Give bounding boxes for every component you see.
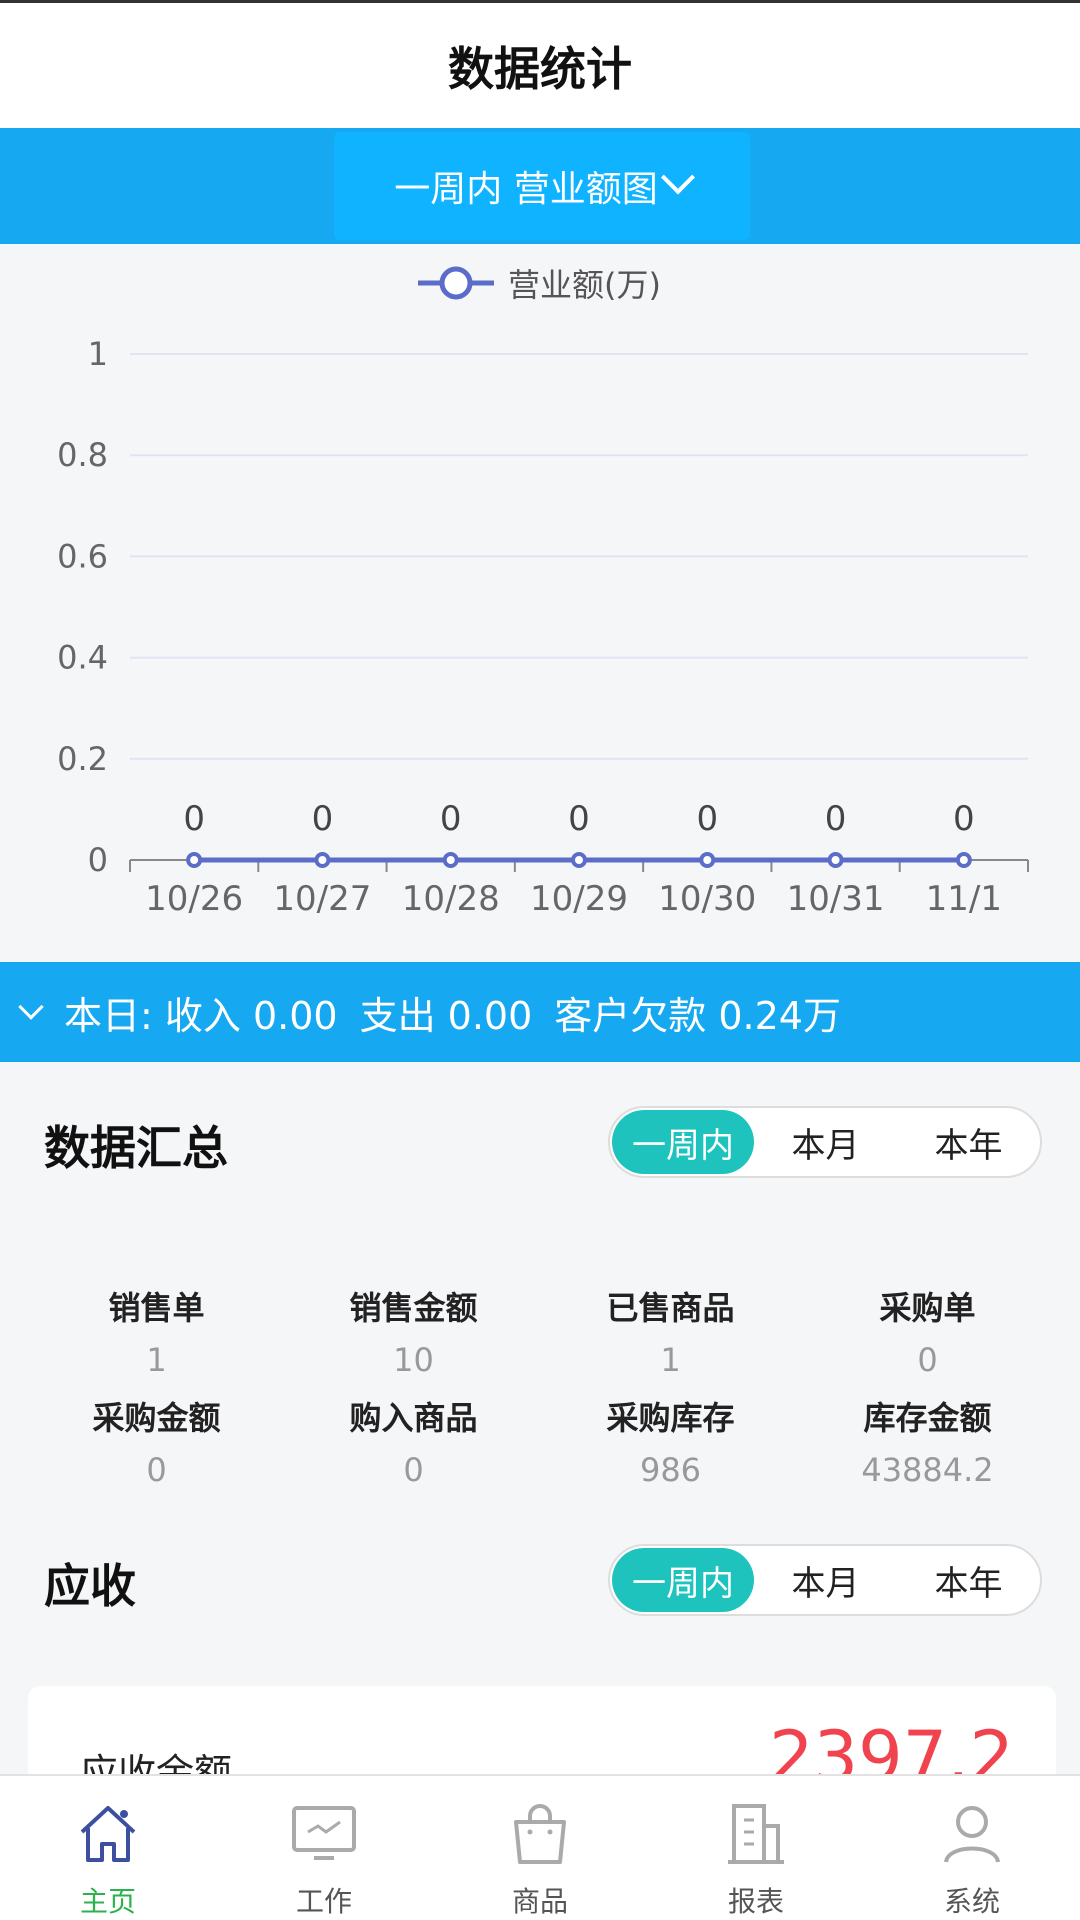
user-icon: [944, 1806, 1000, 1863]
x-tick-label: 10/26: [145, 879, 243, 919]
stat-sold-goods[interactable]: 已售商品 1: [542, 1282, 799, 1392]
summary-period-segment: 一周内 本月 本年: [608, 1106, 1042, 1178]
data-label: 0: [183, 799, 205, 839]
stat-label: 销售金额: [349, 1289, 478, 1327]
today-income: 本日: 收入 0.00: [64, 993, 338, 1038]
shopping-bag-icon: [514, 1804, 566, 1864]
receivable-title: 应收: [44, 1559, 136, 1613]
chart-legend[interactable]: 营业额(万): [418, 258, 661, 308]
chart-selector-band: 一周内 营业额图: [0, 128, 1080, 244]
revenue-chart: 营业额(万) 0 0.2 0.4 0.6 0.8 1 10/26 10/27 10/28 10/2…: [0, 244, 1080, 962]
segment-year[interactable]: 本年: [897, 1108, 1040, 1176]
x-tick-label: 10/30: [658, 879, 756, 919]
data-point: [571, 852, 587, 868]
segment-month[interactable]: 本月: [754, 1108, 897, 1176]
stat-purchased-goods[interactable]: 购入商品 0: [285, 1392, 542, 1502]
receivable-period-segment: 一周内 本月 本年: [608, 1544, 1042, 1616]
data-label: 0: [440, 799, 462, 839]
tab-home[interactable]: 主页: [0, 1776, 216, 1920]
data-point: [699, 852, 716, 868]
stat-label: 已售商品: [606, 1289, 735, 1327]
data-label: 0: [312, 799, 334, 839]
segment-week[interactable]: 一周内: [612, 1548, 754, 1612]
stat-value: 1: [660, 1341, 681, 1379]
stat-value: 43884.2: [861, 1451, 994, 1489]
stat-purchase-stock[interactable]: 采购库存 986: [542, 1392, 799, 1502]
chart-plot: 0 0.2 0.4 0.6 0.8 1 10/26 10/27 10/28 10/29 10/30 1…: [57, 335, 1029, 919]
stat-purchase-amount[interactable]: 采购金额 0: [28, 1392, 285, 1502]
y-tick-label: 0.2: [57, 740, 108, 778]
y-tick-label: 0: [88, 841, 108, 879]
tab-goods[interactable]: 商品: [432, 1776, 648, 1920]
stat-value: 0: [146, 1451, 167, 1489]
stat-stock-amount[interactable]: 库存金额 43884.2: [799, 1392, 1056, 1502]
stat-value: 10: [393, 1341, 434, 1379]
monitor-icon: [292, 1806, 356, 1860]
data-point: [955, 852, 972, 868]
today-summary-bar[interactable]: 本日: 收入 0.00 支出 0.00 客户欠款 0.24万: [0, 962, 1080, 1062]
tab-label: 系统: [943, 1885, 1000, 1918]
x-tick-label: 10/28: [402, 879, 500, 919]
chevron-down-icon: [18, 994, 44, 1020]
tab-label: 主页: [79, 1885, 136, 1918]
x-tick-label: 10/27: [273, 879, 371, 919]
legend-line-icon: [418, 266, 494, 300]
stat-purchase-orders[interactable]: 采购单 0: [799, 1282, 1056, 1392]
stat-sales-orders[interactable]: 销售单 1: [28, 1282, 285, 1392]
segment-month[interactable]: 本月: [754, 1546, 897, 1614]
data-point: [827, 852, 844, 868]
tab-label: 报表: [727, 1885, 784, 1918]
stat-value: 0: [403, 1451, 424, 1489]
data-label: 0: [825, 799, 847, 839]
x-tick-label: 11/1: [926, 879, 1002, 919]
stat-value: 986: [639, 1451, 702, 1489]
y-tick-label: 1: [88, 335, 108, 373]
data-label: 0: [696, 799, 718, 839]
home-icon: [80, 1806, 136, 1862]
x-tick-label: 10/31: [787, 879, 885, 919]
stat-sales-amount[interactable]: 销售金额 10: [285, 1282, 542, 1392]
customer-debt: 客户欠款 0.24万: [554, 993, 841, 1038]
y-tick-label: 0.6: [57, 537, 108, 575]
stat-label: 采购单: [879, 1289, 976, 1327]
tab-reports[interactable]: 报表: [648, 1776, 864, 1920]
stat-value: 1: [146, 1341, 167, 1379]
tab-label: 工作: [295, 1885, 352, 1918]
chart-period-dropdown[interactable]: 一周内 营业额图: [334, 132, 750, 240]
page-title: 数据统计: [448, 41, 632, 96]
tab-system[interactable]: 系统: [864, 1776, 1080, 1920]
stat-label: 购入商品: [349, 1399, 478, 1437]
data-point: [186, 852, 203, 868]
building-icon: [728, 1804, 784, 1864]
x-tick-label: 10/29: [530, 879, 628, 919]
tab-work[interactable]: 工作: [216, 1776, 432, 1920]
tab-label: 商品: [511, 1885, 568, 1918]
bottom-tab-bar: 主页 工作 商品 报表 系统: [0, 1774, 1080, 1920]
stat-value: 0: [917, 1341, 938, 1379]
stat-label: 采购库存: [606, 1399, 735, 1437]
segment-week[interactable]: 一周内: [612, 1110, 754, 1174]
y-tick-label: 0.8: [57, 436, 108, 474]
segment-year[interactable]: 本年: [897, 1546, 1040, 1614]
data-label: 0: [568, 799, 590, 839]
stat-label: 销售单: [108, 1289, 205, 1327]
data-point: [442, 852, 459, 868]
chart-period-label: 一周内 营业额图: [394, 169, 658, 210]
legend-series-label: 营业额(万): [508, 266, 661, 304]
stat-label: 采购金额: [92, 1399, 221, 1437]
summary-title: 数据汇总: [44, 1121, 228, 1175]
data-point: [314, 852, 331, 868]
stat-label: 库存金额: [863, 1399, 992, 1437]
y-tick-label: 0.4: [57, 639, 108, 677]
top-header: 数据统计: [0, 0, 1080, 128]
chevron-down-icon: [660, 160, 695, 195]
summary-stats-grid: 销售单 1 销售金额 10 已售商品 1 采购单 0 采购金额 0 购入商品 0…: [0, 1282, 1080, 1502]
today-expense: 支出 0.00: [359, 993, 533, 1038]
data-label: 0: [953, 799, 975, 839]
